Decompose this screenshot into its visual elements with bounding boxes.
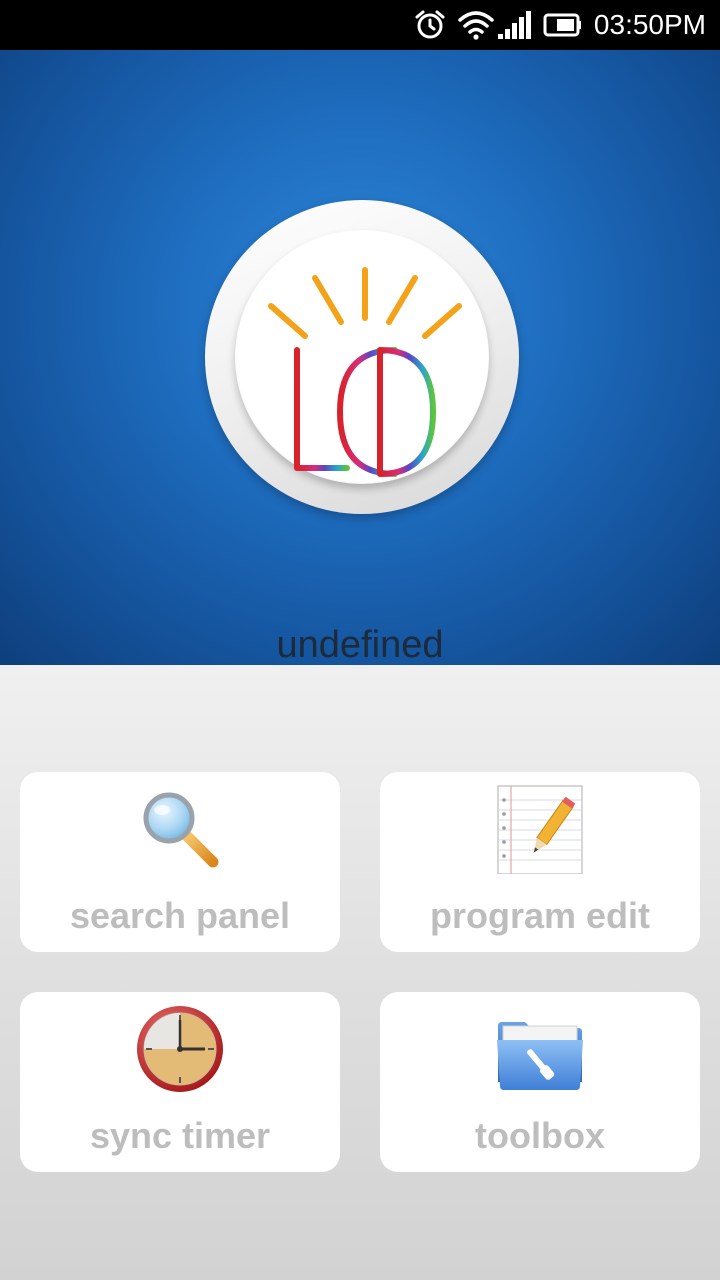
device-name: undefined	[276, 624, 444, 665]
sync-timer-label: sync timer	[89, 1115, 271, 1156]
status-time: 03:50PM	[593, 9, 706, 40]
alarm-icon	[415, 10, 445, 39]
search-panel-label: search panel	[69, 895, 291, 936]
battery-icon	[543, 13, 581, 37]
status-bar: 03:50PM	[0, 0, 720, 50]
menu-area: search panel program edit sync timer too…	[0, 665, 720, 1280]
wifi-icon	[458, 11, 494, 40]
signal-icon	[498, 11, 531, 39]
magnifier-icon	[143, 792, 219, 868]
program-edit-button[interactable]: program edit	[380, 772, 700, 952]
toolbox-button[interactable]: toolbox	[380, 992, 700, 1172]
toolbox-label: toolbox	[475, 1115, 605, 1156]
folder-tool-icon	[497, 1022, 583, 1090]
led-logo-button[interactable]	[205, 200, 519, 514]
led-logo-icon	[268, 267, 462, 477]
notepad-pencil-icon	[497, 785, 583, 874]
program-edit-label: program edit	[429, 895, 651, 936]
hero-banner: undefined	[0, 50, 720, 665]
clock-icon	[137, 1006, 223, 1092]
led-logo	[235, 230, 489, 484]
sync-timer-button[interactable]: sync timer	[20, 992, 340, 1172]
search-panel-button[interactable]: search panel	[20, 772, 340, 952]
